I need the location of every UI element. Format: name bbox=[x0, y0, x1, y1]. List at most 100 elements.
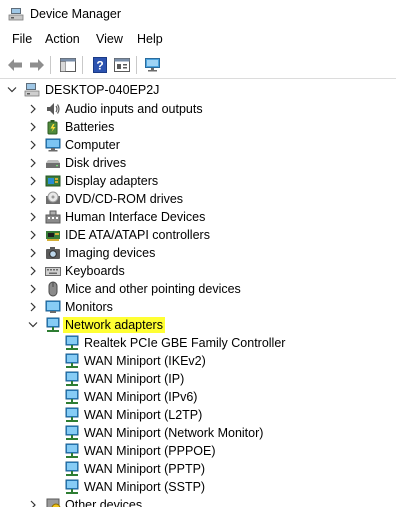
expand-chevron-icon[interactable] bbox=[26, 497, 40, 507]
toolbar: ? bbox=[0, 51, 396, 79]
collapse-chevron-icon[interactable] bbox=[5, 82, 19, 98]
forward-arrow-icon bbox=[29, 58, 44, 71]
forward-button[interactable] bbox=[27, 56, 46, 73]
network-adapter-icon bbox=[65, 461, 79, 476]
tree-item-device[interactable]: WAN Miniport (IP) bbox=[0, 370, 396, 388]
scan-hardware-changes-button[interactable] bbox=[143, 56, 162, 73]
menu-bar: File Action View Help bbox=[0, 29, 396, 51]
camera-icon bbox=[46, 247, 60, 259]
properties-button[interactable] bbox=[112, 56, 131, 73]
desktop-computer-icon bbox=[24, 83, 40, 97]
tree-item-device[interactable]: WAN Miniport (L2TP) bbox=[0, 406, 396, 424]
menu-file[interactable]: File bbox=[10, 32, 34, 46]
root-label: DESKTOP-040EP2J bbox=[45, 83, 160, 97]
other-devices-icon bbox=[46, 498, 61, 507]
network-adapter-icon bbox=[65, 371, 79, 386]
tree-item-device[interactable]: WAN Miniport (IKEv2) bbox=[0, 352, 396, 370]
device-manager-icon bbox=[8, 8, 24, 21]
category-label: Display adapters bbox=[65, 174, 159, 188]
show-hide-console-tree-button[interactable] bbox=[58, 56, 77, 73]
toolbar-separator bbox=[82, 56, 83, 74]
expand-chevron-icon[interactable] bbox=[26, 227, 40, 243]
network-adapter-icon bbox=[65, 425, 79, 440]
tree-item-keyboards[interactable]: Keyboards bbox=[0, 262, 396, 280]
menu-help[interactable]: Help bbox=[135, 32, 165, 46]
tree-item-imaging-devices[interactable]: Imaging devices bbox=[0, 244, 396, 262]
keyboard-icon bbox=[45, 267, 61, 276]
category-label: IDE ATA/ATAPI controllers bbox=[65, 228, 210, 242]
tree-item-dvd-cd-rom-drives[interactable]: DVD/CD-ROM drives bbox=[0, 190, 396, 208]
category-label: Batteries bbox=[65, 120, 115, 134]
back-arrow-icon bbox=[7, 58, 22, 71]
window-title: Device Manager bbox=[30, 7, 122, 21]
console-tree-icon bbox=[59, 57, 76, 72]
tree-item-computer[interactable]: Computer bbox=[0, 136, 396, 154]
expand-chevron-icon[interactable] bbox=[26, 173, 40, 189]
tree-item-other-devices[interactable]: Other devices bbox=[0, 496, 396, 507]
tree-item-device[interactable]: WAN Miniport (PPTP) bbox=[0, 460, 396, 478]
display-adapter-icon bbox=[45, 175, 61, 187]
tree-item-audio-inputs-and-outputs[interactable]: Audio inputs and outputs bbox=[0, 100, 396, 118]
tree-item-device[interactable]: WAN Miniport (Network Monitor) bbox=[0, 424, 396, 442]
category-label: Computer bbox=[65, 138, 120, 152]
network-adapter-icon bbox=[65, 443, 79, 458]
menu-action[interactable]: Action bbox=[43, 32, 82, 46]
back-button[interactable] bbox=[5, 56, 24, 73]
svg-text:?: ? bbox=[96, 58, 103, 72]
category-label: Human Interface Devices bbox=[65, 210, 206, 224]
device-label: WAN Miniport (IPv6) bbox=[84, 390, 198, 404]
category-label: Disk drives bbox=[65, 156, 127, 170]
category-label: Imaging devices bbox=[65, 246, 156, 260]
computer-icon bbox=[45, 138, 61, 152]
tree-root[interactable]: DESKTOP-040EP2J bbox=[0, 81, 396, 99]
tree-item-disk-drives[interactable]: Disk drives bbox=[0, 154, 396, 172]
menu-view[interactable]: View bbox=[94, 32, 125, 46]
category-label: Other devices bbox=[65, 498, 143, 507]
tree-item-mice-and-other-pointing-devices[interactable]: Mice and other pointing devices bbox=[0, 280, 396, 298]
network-adapter-icon bbox=[46, 317, 60, 332]
ide-controller-icon bbox=[46, 231, 60, 241]
collapse-chevron-icon[interactable] bbox=[26, 317, 40, 333]
network-adapter-icon bbox=[65, 479, 79, 494]
category-label: Keyboards bbox=[65, 264, 125, 278]
battery-icon bbox=[47, 120, 58, 135]
tree-item-device[interactable]: Realtek PCIe GBE Family Controller bbox=[0, 334, 396, 352]
hid-icon bbox=[45, 210, 61, 224]
toolbar-separator bbox=[50, 56, 51, 74]
tree-item-batteries[interactable]: Batteries bbox=[0, 118, 396, 136]
expand-chevron-icon[interactable] bbox=[26, 119, 40, 135]
speaker-icon bbox=[47, 103, 60, 115]
category-label: DVD/CD-ROM drives bbox=[65, 192, 184, 206]
network-adapter-icon bbox=[65, 353, 79, 368]
tree-item-device[interactable]: WAN Miniport (SSTP) bbox=[0, 478, 396, 496]
device-label: WAN Miniport (PPPOE) bbox=[84, 444, 216, 458]
category-label: Audio inputs and outputs bbox=[65, 102, 203, 116]
network-adapter-icon bbox=[65, 389, 79, 404]
tree-item-display-adapters[interactable]: Display adapters bbox=[0, 172, 396, 190]
dvd-drive-icon bbox=[46, 191, 60, 204]
tree-item-network-adapters[interactable]: Network adapters bbox=[0, 316, 396, 334]
toolbar-separator bbox=[136, 56, 137, 74]
expand-chevron-icon[interactable] bbox=[26, 263, 40, 279]
tree-item-device[interactable]: WAN Miniport (PPPOE) bbox=[0, 442, 396, 460]
scan-monitor-icon bbox=[145, 57, 160, 71]
tree-item-human-interface-devices[interactable]: Human Interface Devices bbox=[0, 208, 396, 226]
device-label: WAN Miniport (IKEv2) bbox=[84, 354, 206, 368]
monitor-icon bbox=[45, 300, 61, 313]
device-label: Realtek PCIe GBE Family Controller bbox=[84, 336, 286, 350]
expand-chevron-icon[interactable] bbox=[26, 191, 40, 207]
expand-chevron-icon[interactable] bbox=[26, 101, 40, 117]
device-tree[interactable]: DESKTOP-040EP2J Audio inputs and outputs… bbox=[0, 81, 396, 507]
expand-chevron-icon[interactable] bbox=[26, 299, 40, 315]
expand-chevron-icon[interactable] bbox=[26, 209, 40, 225]
expand-chevron-icon[interactable] bbox=[26, 245, 40, 261]
expand-chevron-icon[interactable] bbox=[26, 281, 40, 297]
expand-chevron-icon[interactable] bbox=[26, 155, 40, 171]
expand-chevron-icon[interactable] bbox=[26, 137, 40, 153]
tree-item-device[interactable]: WAN Miniport (IPv6) bbox=[0, 388, 396, 406]
tree-item-ide-ata-atapi-controllers[interactable]: IDE ATA/ATAPI controllers bbox=[0, 226, 396, 244]
help-button[interactable]: ? bbox=[90, 56, 109, 73]
tree-item-monitors[interactable]: Monitors bbox=[0, 298, 396, 316]
disk-drive-icon bbox=[46, 160, 60, 168]
device-label: WAN Miniport (L2TP) bbox=[84, 408, 203, 422]
